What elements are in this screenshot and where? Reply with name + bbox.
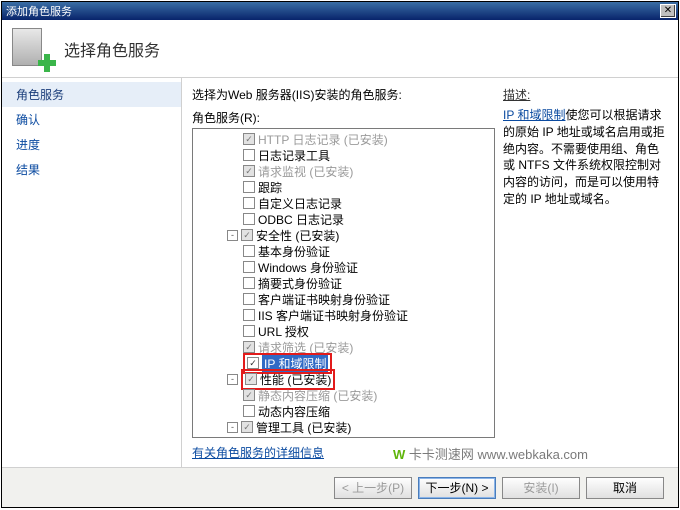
tree-row[interactable]: 自定义日志记录 bbox=[195, 195, 494, 211]
checkbox[interactable]: ✓ bbox=[247, 357, 259, 369]
nav-sidebar: 角色服务确认进度结果 bbox=[2, 78, 182, 467]
server-plus-icon bbox=[12, 28, 54, 70]
tree-label: 基本身份验证 bbox=[258, 243, 330, 260]
checkbox[interactable]: ✓ bbox=[243, 437, 255, 438]
main-panel: 选择为Web 服务器(IIS)安装的角色服务: 角色服务(R): ✓HTTP 日… bbox=[182, 78, 678, 467]
more-info-link[interactable]: 有关角色服务的详细信息 bbox=[192, 444, 495, 461]
checkbox[interactable] bbox=[243, 181, 255, 193]
wizard-window: 添加角色服务 ✕ 选择角色服务 角色服务确认进度结果 选择为Web 服务器(II… bbox=[1, 1, 679, 508]
titlebar: 添加角色服务 ✕ bbox=[2, 2, 678, 20]
nav-item[interactable]: 确认 bbox=[2, 107, 181, 132]
tree-label: 摘要式身份验证 bbox=[258, 275, 342, 292]
tree-row[interactable]: ✓IIS 管理控制台 (已安装) bbox=[195, 435, 494, 438]
tree-row[interactable]: -✓管理工具 (已安装) bbox=[195, 419, 494, 435]
body: 角色服务确认进度结果 选择为Web 服务器(IIS)安装的角色服务: 角色服务(… bbox=[2, 78, 678, 467]
nav-item[interactable]: 角色服务 bbox=[2, 82, 181, 107]
checkbox[interactable]: ✓ bbox=[243, 341, 255, 353]
description-title: 描述: bbox=[503, 86, 668, 103]
description-body: IP 和域限制使您可以根据请求的原始 IP 地址或域名启用或拒绝内容。不需要使用… bbox=[503, 107, 668, 208]
nav-item[interactable]: 结果 bbox=[2, 157, 181, 182]
tree-row[interactable]: ✓IP 和域限制 bbox=[195, 355, 494, 371]
tree-label: Windows 身份验证 bbox=[258, 259, 358, 276]
tree-label: 性能 (已安装) bbox=[260, 371, 331, 388]
expand-icon[interactable]: - bbox=[227, 374, 238, 385]
tree-label: 客户端证书映射身份验证 bbox=[258, 291, 390, 308]
description-panel: 描述: IP 和域限制使您可以根据请求的原始 IP 地址或域名启用或拒绝内容。不… bbox=[503, 86, 668, 463]
checkbox[interactable] bbox=[243, 197, 255, 209]
tree-row[interactable]: ✓请求监视 (已安装) bbox=[195, 163, 494, 179]
tree-row[interactable]: 跟踪 bbox=[195, 179, 494, 195]
checkbox[interactable]: ✓ bbox=[243, 133, 255, 145]
install-button[interactable]: 安装(I) bbox=[502, 477, 580, 499]
tree-label: IIS 管理控制台 (已安装) bbox=[258, 435, 383, 439]
description-text: 使您可以根据请求的原始 IP 地址或域名启用或拒绝内容。不需要使用组、角色或 N… bbox=[503, 108, 665, 206]
tree-row[interactable]: ✓静态内容压缩 (已安装) bbox=[195, 387, 494, 403]
tree-row[interactable]: Windows 身份验证 bbox=[195, 259, 494, 275]
tree-row[interactable]: 客户端证书映射身份验证 bbox=[195, 291, 494, 307]
checkbox[interactable]: ✓ bbox=[243, 165, 255, 177]
tree-label: IIS 客户端证书映射身份验证 bbox=[258, 307, 408, 324]
tree-row[interactable]: 日志记录工具 bbox=[195, 147, 494, 163]
checkbox[interactable] bbox=[243, 149, 255, 161]
prompt-text: 选择为Web 服务器(IIS)安装的角色服务: bbox=[192, 86, 495, 103]
expand-icon[interactable]: - bbox=[227, 422, 238, 433]
checkbox[interactable] bbox=[243, 213, 255, 225]
checkbox[interactable] bbox=[243, 245, 255, 257]
tree-row[interactable]: ODBC 日志记录 bbox=[195, 211, 494, 227]
tree-row[interactable]: -✓性能 (已安装) bbox=[195, 371, 494, 387]
tree-label: 安全性 (已安装) bbox=[256, 227, 339, 244]
checkbox[interactable]: ✓ bbox=[245, 373, 257, 385]
tree-label: 静态内容压缩 (已安装) bbox=[258, 387, 377, 404]
checkbox[interactable]: ✓ bbox=[241, 421, 253, 433]
list-label: 角色服务(R): bbox=[192, 109, 495, 126]
tree-label: 管理工具 (已安装) bbox=[256, 419, 351, 436]
tree-label: 请求监视 (已安装) bbox=[258, 163, 353, 180]
checkbox[interactable]: ✓ bbox=[241, 229, 253, 241]
tree-row[interactable]: ✓HTTP 日志记录 (已安装) bbox=[195, 131, 494, 147]
tree-row[interactable]: 基本身份验证 bbox=[195, 243, 494, 259]
tree-label: 自定义日志记录 bbox=[258, 195, 342, 212]
page-title: 选择角色服务 bbox=[64, 37, 160, 61]
footer: < 上一步(P) 下一步(N) > 安装(I) 取消 bbox=[2, 467, 678, 507]
tree-row[interactable]: URL 授权 bbox=[195, 323, 494, 339]
role-services-tree[interactable]: ✓HTTP 日志记录 (已安装)日志记录工具✓请求监视 (已安装)跟踪自定义日志… bbox=[192, 128, 495, 438]
tree-row[interactable]: 动态内容压缩 bbox=[195, 403, 494, 419]
checkbox[interactable]: ✓ bbox=[243, 389, 255, 401]
tree-row[interactable]: 摘要式身份验证 bbox=[195, 275, 494, 291]
left-panel: 选择为Web 服务器(IIS)安装的角色服务: 角色服务(R): ✓HTTP 日… bbox=[192, 86, 495, 463]
header: 选择角色服务 bbox=[2, 20, 678, 78]
tree-row[interactable]: ✓请求筛选 (已安装) bbox=[195, 339, 494, 355]
prev-button[interactable]: < 上一步(P) bbox=[334, 477, 412, 499]
tree-row[interactable]: IIS 客户端证书映射身份验证 bbox=[195, 307, 494, 323]
tree-label: ODBC 日志记录 bbox=[258, 211, 344, 228]
next-button[interactable]: 下一步(N) > bbox=[418, 477, 496, 499]
cancel-button[interactable]: 取消 bbox=[586, 477, 664, 499]
checkbox[interactable] bbox=[243, 405, 255, 417]
close-icon[interactable]: ✕ bbox=[660, 4, 676, 18]
checkbox[interactable] bbox=[243, 293, 255, 305]
tree-label: 日志记录工具 bbox=[258, 147, 330, 164]
tree-label: HTTP 日志记录 (已安装) bbox=[258, 131, 388, 148]
description-link[interactable]: IP 和域限制 bbox=[503, 108, 565, 122]
tree-label: 动态内容压缩 bbox=[258, 403, 330, 420]
nav-item[interactable]: 进度 bbox=[2, 132, 181, 157]
tree-row[interactable]: -✓安全性 (已安装) bbox=[195, 227, 494, 243]
tree-label: 跟踪 bbox=[258, 179, 282, 196]
checkbox[interactable] bbox=[243, 309, 255, 321]
window-title: 添加角色服务 bbox=[4, 3, 660, 19]
checkbox[interactable] bbox=[243, 325, 255, 337]
checkbox[interactable] bbox=[243, 261, 255, 273]
expand-icon[interactable]: - bbox=[227, 230, 238, 241]
tree-label: URL 授权 bbox=[258, 323, 309, 340]
checkbox[interactable] bbox=[243, 277, 255, 289]
